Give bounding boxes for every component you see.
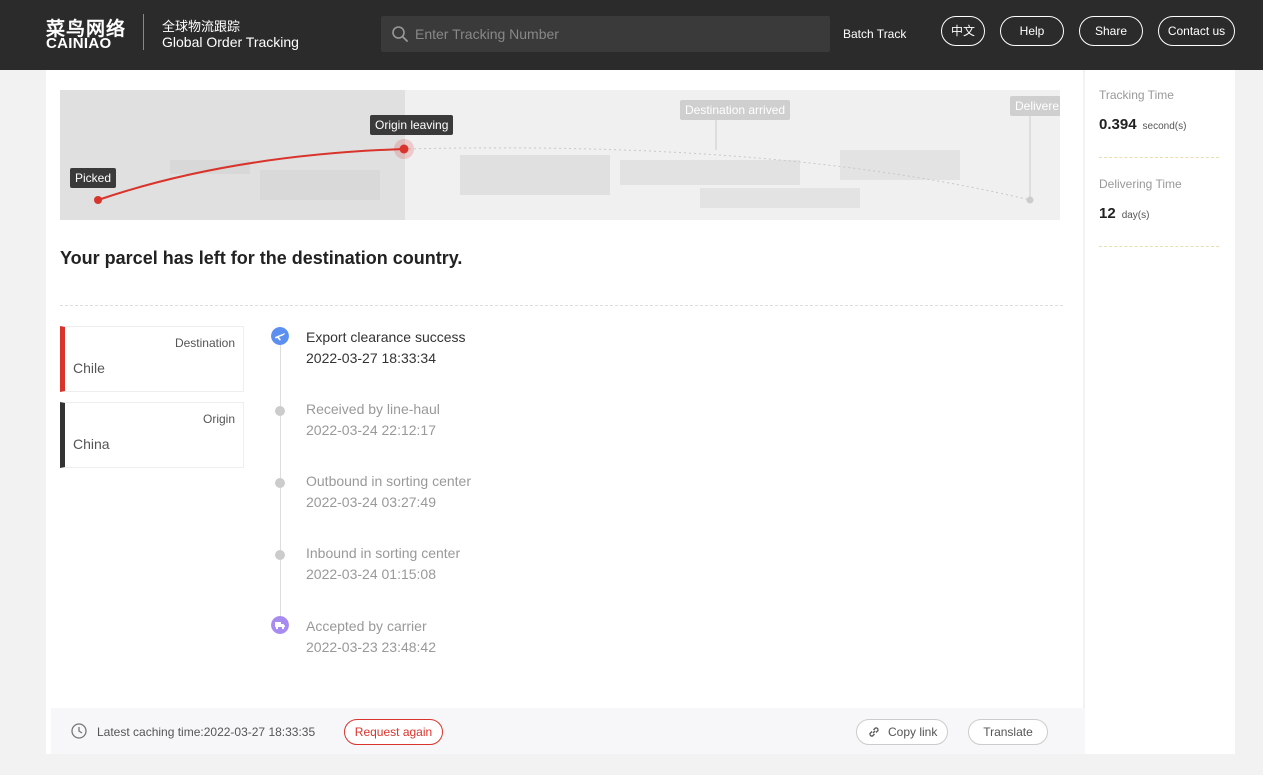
stage-destination-arrived-label: Destination arrived bbox=[680, 100, 791, 120]
delivering-time-label: Delivering Time bbox=[1099, 177, 1182, 191]
stat-divider bbox=[1099, 246, 1219, 247]
link-icon bbox=[869, 727, 879, 737]
contact-us-button[interactable]: Contact us bbox=[1158, 16, 1235, 46]
share-button[interactable]: Share bbox=[1079, 16, 1143, 46]
site-title-chinese: 全球物流跟踪 bbox=[162, 19, 241, 34]
timeline-dot bbox=[275, 550, 285, 560]
logo-english[interactable]: CAINIAO bbox=[46, 35, 111, 52]
stage-delivered-label: Delivere bbox=[1010, 96, 1060, 116]
tracking-time-unit: second(s) bbox=[1142, 121, 1187, 132]
logo-divider bbox=[143, 14, 144, 50]
timeline-event-time: 2022-03-24 22:12:17 bbox=[306, 422, 436, 438]
timeline-event-title: Outbound in sorting center bbox=[306, 473, 471, 489]
timeline-dot bbox=[275, 406, 285, 416]
timeline-event-title: Inbound in sorting center bbox=[306, 545, 461, 561]
translate-button[interactable]: Translate bbox=[968, 719, 1048, 745]
delivering-time-unit: day(s) bbox=[1121, 210, 1150, 221]
latest-caching-time: Latest caching time:2022-03-27 18:33:35 bbox=[97, 725, 316, 739]
stage-picked-label: Picked bbox=[70, 168, 117, 188]
delivering-time-value: 12 bbox=[1099, 205, 1116, 222]
tracking-number-input[interactable] bbox=[415, 16, 820, 52]
timeline-event-title: Export clearance success bbox=[306, 329, 466, 345]
destination-card: Destination Chile bbox=[60, 326, 244, 392]
copy-link-label: Copy link bbox=[888, 725, 938, 739]
search-icon[interactable] bbox=[391, 25, 409, 43]
site-title: Global Order Tracking bbox=[162, 34, 299, 50]
stage-origin-leaving-label: Origin leaving bbox=[370, 115, 454, 135]
search-box bbox=[381, 16, 830, 52]
section-divider bbox=[60, 305, 1063, 306]
parcel-status-message: Your parcel has left for the destination… bbox=[60, 248, 463, 268]
timeline-event: Export clearance success 2022-03-27 18:3… bbox=[270, 326, 770, 376]
top-navigation-bar: 菜鸟网络 CAINIAO 全球物流跟踪 Global Order Trackin… bbox=[0, 0, 1263, 70]
current-location-marker bbox=[399, 144, 409, 154]
stat-divider bbox=[1099, 157, 1219, 158]
route-progress-map: Picked Origin leaving Destination arrive… bbox=[60, 90, 1060, 220]
batch-track-link[interactable]: Batch Track bbox=[843, 27, 906, 41]
destination-label: Destination bbox=[174, 336, 235, 350]
language-button[interactable]: 中文 bbox=[941, 16, 985, 46]
origin-label: Origin bbox=[202, 412, 235, 426]
timeline-event-time: 2022-03-23 23:48:42 bbox=[306, 639, 436, 655]
timeline-event: Outbound in sorting center 2022-03-24 03… bbox=[270, 470, 770, 520]
tracking-time-value-row: 0.394 second(s) bbox=[1099, 116, 1219, 133]
tracking-stats-panel: Tracking Time 0.394 second(s) Delivering … bbox=[1085, 70, 1235, 754]
route-map-graphic bbox=[94, 116, 1034, 208]
timeline-event: Received by line-haul 2022-03-24 22:12:1… bbox=[270, 398, 770, 448]
tracking-time-label: Tracking Time bbox=[1099, 88, 1174, 102]
timeline-event-title: Received by line-haul bbox=[306, 401, 440, 417]
destination-country: Chile bbox=[73, 360, 105, 376]
origin-card: Origin China bbox=[60, 402, 244, 468]
timeline-event: Inbound in sorting center 2022-03-24 01:… bbox=[270, 542, 770, 592]
deliver-marker bbox=[1026, 196, 1034, 204]
clock-icon bbox=[71, 723, 87, 739]
plane-icon bbox=[271, 327, 289, 345]
timeline-event: Accepted by carrier 2022-03-23 23:48:42 bbox=[270, 615, 770, 665]
request-again-button[interactable]: Request again bbox=[344, 719, 443, 745]
truck-icon bbox=[271, 616, 289, 634]
origin-country: China bbox=[73, 436, 110, 452]
delivering-time-value-row: 12 day(s) bbox=[1099, 205, 1219, 222]
copy-link-button[interactable]: Copy link bbox=[856, 719, 948, 745]
tracking-main-panel: Picked Origin leaving Destination arrive… bbox=[46, 70, 1087, 754]
delivering-time-stat: Delivering Time 12 day(s) bbox=[1099, 177, 1219, 222]
tracking-timeline: Export clearance success 2022-03-27 18:3… bbox=[270, 326, 870, 666]
picked-marker bbox=[94, 196, 102, 204]
timeline-event-time: 2022-03-24 03:27:49 bbox=[306, 494, 436, 510]
help-button[interactable]: Help bbox=[1000, 16, 1064, 46]
tracking-time-stat: Tracking Time 0.394 second(s) bbox=[1099, 88, 1219, 133]
timeline-event-time: 2022-03-24 01:15:08 bbox=[306, 566, 436, 582]
timeline-event-title: Accepted by carrier bbox=[306, 618, 427, 634]
cache-footer-bar: Latest caching time:2022-03-27 18:33:35 … bbox=[51, 708, 1087, 754]
tracking-time-value: 0.394 bbox=[1099, 116, 1137, 133]
timeline-dot bbox=[275, 478, 285, 488]
timeline-event-time: 2022-03-27 18:33:34 bbox=[306, 350, 436, 366]
